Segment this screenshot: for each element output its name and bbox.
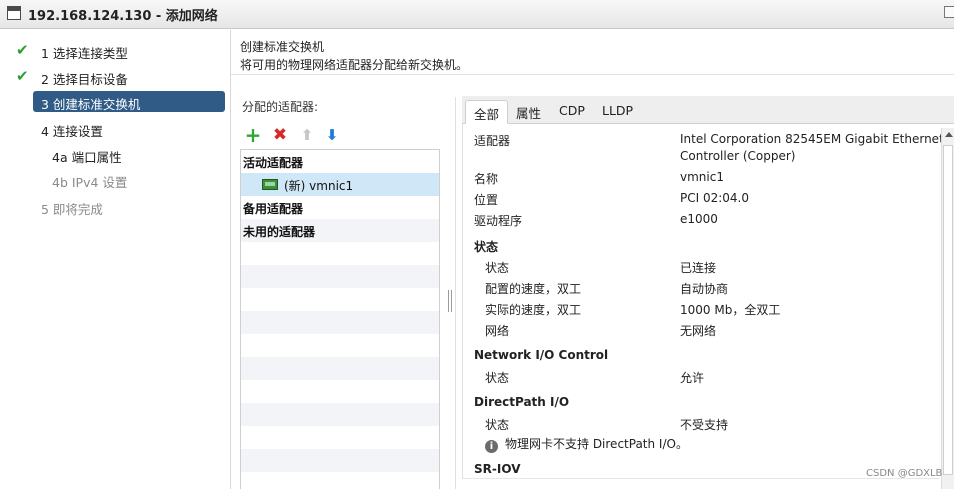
assigned-adapters-label: 分配的适配器: [242,100,319,114]
prop-value: Controller (Copper) [680,149,796,163]
page-title: 创建标准交换机 [240,40,325,54]
header-divider [231,74,954,75]
adapter-row-vmnic1[interactable]: (新) vmnic1 [241,173,439,196]
info-icon: i [485,440,498,453]
step-ready-to-complete: 5 即将完成 [0,196,231,218]
group-standby-adapters: 备用适配器 [241,196,439,219]
prop-value: PCI 02:04.0 [680,191,749,205]
details-footer [462,478,940,489]
arrow-up-icon: ⬆ [300,126,314,144]
prop-value: 自动协商 [680,282,729,296]
prop-value: 1000 Mb，全双工 [680,303,781,317]
details-scrollbar[interactable] [941,128,954,489]
step-create-standard-switch[interactable]: 3 创建标准交换机 [0,91,231,113]
tab-lldp[interactable]: LLDP [594,100,641,124]
page-subtitle: 将可用的物理网络适配器分配给新交换机。 [240,58,469,72]
restore-button[interactable] [944,6,954,18]
prop-key: 位置 [474,193,499,207]
adapter-details: 适配器 Intel Corporation 82545EM Gigabit Et… [462,124,954,489]
adapter-list[interactable]: 活动适配器 (新) vmnic1 备用适配器 未用的适配器 [240,149,440,489]
arrow-down-icon[interactable]: ⬇ [323,126,341,144]
tab-properties[interactable]: 属性 [508,100,549,124]
step-port-properties[interactable]: 4a 端口属性 [0,144,231,166]
prop-key: 状态 [485,371,510,385]
window-title: 192.168.124.130 - 添加网络 [28,9,218,24]
prop-value: 允许 [680,371,705,385]
prop-key: 网络 [485,324,510,338]
prop-key: 名称 [474,172,499,186]
detail-tabs: 全部 属性 CDP LLDP [462,96,954,124]
prop-value: 已连接 [680,261,717,275]
prop-key: 实际的速度，双工 [485,303,582,317]
section-heading: SR-IOV [474,462,521,476]
step-label: 4 连接设置 [41,124,103,139]
prop-value: 无网络 [680,324,717,338]
step-connection-settings[interactable]: 4 连接设置 [0,118,231,140]
prop-value: e1000 [680,212,718,226]
scroll-up-icon[interactable] [945,132,953,137]
step-label: 1 选择连接类型 [41,46,128,61]
step-label: 5 即将完成 [41,202,103,217]
x-icon[interactable]: ✖ [271,126,289,144]
splitter-handle[interactable] [448,290,452,312]
check-icon: ✔ [16,41,29,59]
step-ipv4-settings: 4b IPv4 设置 [0,169,231,191]
title-bar: 192.168.124.130 - 添加网络 [0,0,954,29]
prop-value: vmnic1 [680,170,724,184]
prop-value: Intel Corporation 82545EM Gigabit Ethern… [680,132,944,146]
step-label: 4a 端口属性 [52,150,122,165]
step-select-target-device[interactable]: ✔ 2 选择目标设备 [0,66,231,88]
window-icon [7,6,21,20]
section-heading: 状态 [474,240,499,254]
group-label: 备用适配器 [243,202,304,216]
wizard-steps: ✔ 1 选择连接类型 ✔ 2 选择目标设备 3 创建标准交换机 4 连接设置 4… [0,30,231,489]
group-active-adapters: 活动适配器 [241,150,439,173]
adapter-name: (新) vmnic1 [284,179,354,193]
section-heading: Network I/O Control [474,348,609,362]
step-label: 4b IPv4 设置 [52,175,128,190]
prop-key: 状态 [485,418,510,432]
plus-icon[interactable]: + [244,125,262,145]
group-unused-adapters: 未用的适配器 [241,219,439,242]
tab-all[interactable]: 全部 [465,100,509,124]
watermark: CSDN @GDXLB [866,468,943,479]
step-label: 3 创建标准交换机 [41,97,141,112]
prop-value: 不受支持 [680,418,729,432]
directpath-note: i 物理网卡不支持 DirectPath I/O。 [485,435,688,453]
note-text: 物理网卡不支持 DirectPath I/O。 [505,437,688,451]
scroll-thumb[interactable] [943,145,953,475]
prop-key: 状态 [485,261,510,275]
section-heading: DirectPath I/O [474,395,570,409]
step-select-connection-type[interactable]: ✔ 1 选择连接类型 [0,40,231,62]
pane-divider [455,97,456,489]
prop-key: 配置的速度，双工 [485,282,582,296]
network-card-icon [262,179,278,190]
tab-cdp[interactable]: CDP [551,100,593,124]
check-icon: ✔ [16,67,29,85]
group-label: 未用的适配器 [243,225,316,239]
group-label: 活动适配器 [243,156,304,170]
prop-key: 驱动程序 [474,214,523,228]
step-label: 2 选择目标设备 [41,72,128,87]
prop-key: 适配器 [474,134,511,148]
